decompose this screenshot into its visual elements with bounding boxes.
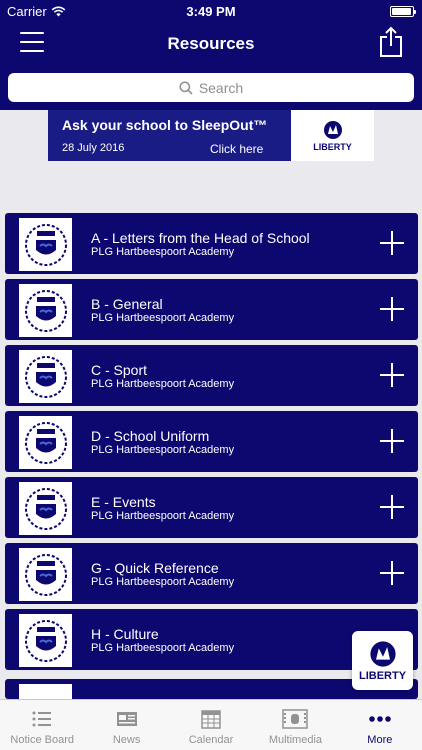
school-crest-thumbnail	[19, 684, 72, 699]
ad-banner[interactable]: Ask your school to SleepOut™ 28 July 201…	[48, 110, 374, 161]
school-crest-icon	[24, 289, 67, 332]
battery-icon	[390, 6, 416, 17]
school-crest-thumbnail	[19, 350, 72, 403]
status-time: 3:49 PM	[186, 4, 236, 19]
list-item[interactable]: A - Letters from the Head of School PLG …	[5, 213, 418, 274]
school-crest-thumbnail	[19, 284, 72, 337]
tab-multimedia[interactable]: Multimedia	[253, 700, 337, 750]
tab-label: Calendar	[188, 734, 234, 746]
school-crest-thumbnail	[19, 548, 72, 601]
item-subtitle: PLG Hartbeespoort Academy	[91, 444, 235, 456]
plus-icon[interactable]	[380, 561, 404, 585]
newspaper-icon	[116, 712, 137, 726]
tab-notice-board[interactable]: Notice Board	[0, 700, 84, 750]
banner-logo: LIBERTY	[291, 110, 374, 161]
school-crest-icon	[24, 223, 67, 266]
item-subtitle: PLG Hartbeespoort Academy	[91, 378, 235, 390]
school-crest-icon	[24, 553, 67, 596]
item-subtitle: PLG Hartbeespoort Academy	[91, 576, 235, 588]
plus-icon[interactable]	[380, 429, 404, 453]
tab-label: Multimedia	[268, 734, 323, 746]
banner-headline: Ask your school to SleepOut™	[62, 117, 268, 133]
plus-icon[interactable]	[380, 231, 404, 255]
nav-bar: Resources	[0, 22, 422, 66]
school-crest-thumbnail	[19, 614, 72, 667]
search-icon	[179, 80, 193, 95]
item-subtitle: PLG Hartbeespoort Academy	[91, 642, 235, 654]
item-title: B - General	[91, 296, 163, 312]
search-bar: Search	[0, 66, 422, 110]
school-crest-icon	[24, 487, 67, 530]
school-crest-icon	[24, 355, 67, 398]
school-crest-icon	[24, 619, 67, 662]
tab-label: Notice Board	[10, 734, 74, 746]
share-icon[interactable]	[378, 26, 404, 58]
search-placeholder: Search	[198, 79, 244, 96]
item-title: A - Letters from the Head of School	[91, 230, 310, 246]
plus-icon[interactable]	[380, 495, 404, 519]
tab-news[interactable]: News	[84, 700, 168, 750]
item-title: C - Sport	[91, 362, 148, 378]
item-title: H - Culture	[91, 626, 159, 642]
item-title: G - Quick Reference	[91, 560, 219, 576]
item-subtitle: PLG Hartbeespoort Academy	[91, 246, 235, 258]
banner-date: 28 July 2016	[62, 142, 125, 154]
search-input[interactable]: Search	[8, 73, 414, 102]
list-icon	[32, 711, 52, 727]
school-crest-thumbnail	[19, 482, 72, 535]
tab-calendar[interactable]: Calendar	[169, 700, 253, 750]
liberty-logo-icon	[369, 640, 396, 667]
status-bar: Carrier 3:49 PM	[0, 0, 422, 22]
tab-label: More	[367, 734, 393, 746]
tab-more[interactable]: More	[338, 700, 422, 750]
sponsor-logo-button[interactable]: LIBERTY	[352, 631, 413, 690]
more-icon	[369, 716, 391, 722]
school-crest-thumbnail	[19, 416, 72, 469]
item-title: D - School Uniform	[91, 428, 210, 444]
school-crest-icon	[24, 421, 67, 464]
item-subtitle: PLG Hartbeespoort Academy	[91, 510, 235, 522]
list-item[interactable]: G - Quick Reference PLG Hartbeespoort Ac…	[5, 543, 418, 604]
list-item[interactable]: D - School Uniform PLG Hartbeespoort Aca…	[5, 411, 418, 472]
tab-bar: Notice Board News Calendar Multimedia Mo…	[0, 699, 422, 750]
calendar-icon	[201, 710, 221, 729]
film-icon	[282, 709, 309, 729]
item-subtitle: PLG Hartbeespoort Academy	[91, 312, 235, 324]
list-item[interactable]: C - Sport PLG Hartbeespoort Academy	[5, 345, 418, 406]
list-item[interactable]: B - General PLG Hartbeespoort Academy	[5, 279, 418, 340]
sponsor-brand: LIBERTY	[358, 669, 407, 682]
banner-cta: Click here	[210, 142, 264, 156]
plus-icon[interactable]	[380, 363, 404, 387]
tab-label: News	[112, 734, 141, 746]
list-item[interactable]: E - Events PLG Hartbeespoort Academy	[5, 477, 418, 538]
banner-brand: LIBERTY	[313, 141, 352, 152]
plus-icon[interactable]	[380, 297, 404, 321]
liberty-logo-icon	[323, 120, 342, 139]
item-title: E - Events	[91, 494, 156, 510]
page-title: Resources	[167, 34, 255, 53]
school-crest-thumbnail	[19, 218, 72, 271]
